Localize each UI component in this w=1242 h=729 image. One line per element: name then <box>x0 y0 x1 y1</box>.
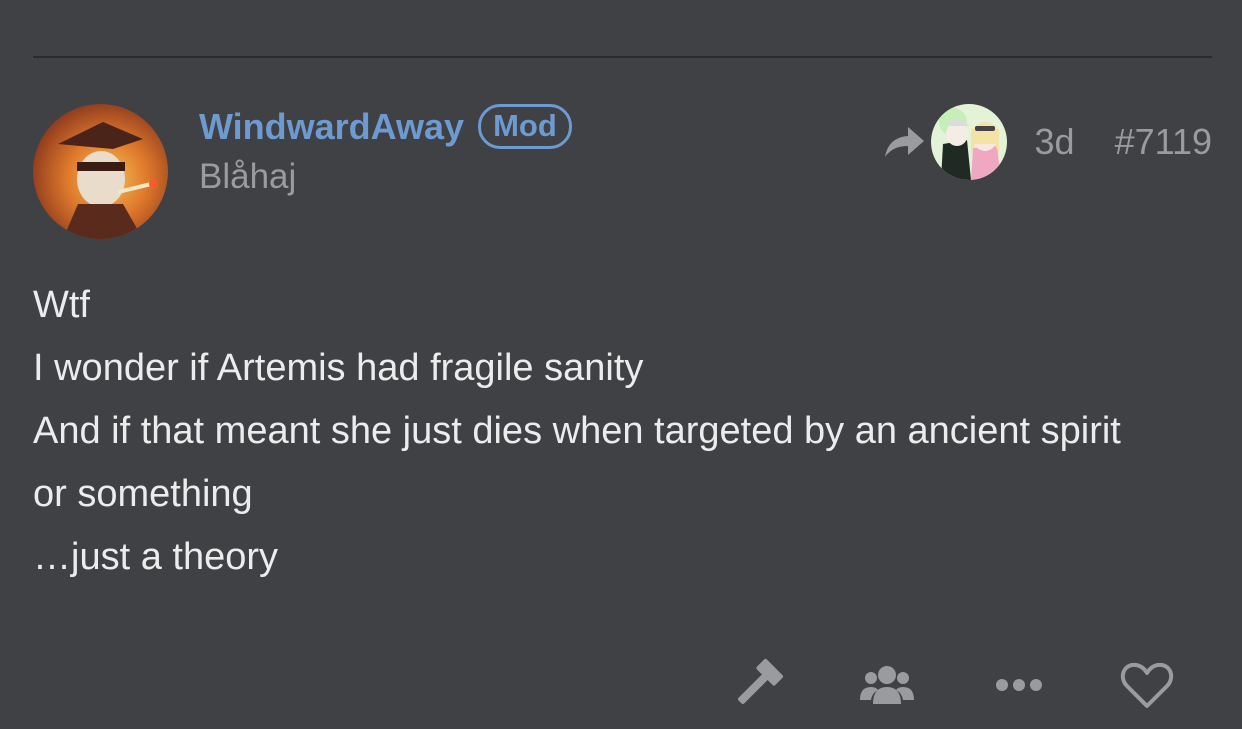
post-time[interactable]: 3d <box>1035 121 1075 163</box>
more-icon <box>996 679 1042 691</box>
post-meta: 3d #7119 <box>881 103 1212 181</box>
gavel-icon <box>738 658 784 704</box>
like-button[interactable] <box>1117 655 1177 715</box>
moderate-button[interactable] <box>727 655 787 715</box>
mod-badge: Mod <box>478 104 572 149</box>
post-line: I wonder if Artemis had fragile sanity <box>33 347 644 389</box>
author-subtitle: Blåhaj <box>199 157 297 196</box>
post-container: WindwardAway Mod Blåhaj 3d #7119 Wtf I w… <box>0 0 1242 729</box>
author-row: WindwardAway Mod <box>199 104 572 149</box>
reply-arrow-icon[interactable] <box>881 119 927 165</box>
post-line: Wtf <box>33 284 90 326</box>
post-line: …just a theory <box>33 536 278 578</box>
post-number[interactable]: #7119 <box>1115 121 1212 163</box>
users-icon <box>860 666 914 704</box>
group-button[interactable] <box>857 655 917 715</box>
author-avatar[interactable] <box>33 104 168 239</box>
author-name[interactable]: WindwardAway <box>199 106 464 148</box>
post-actions <box>0 655 1242 715</box>
reply-to-avatar[interactable] <box>930 104 1007 180</box>
post-body: Wtf I wonder if Artemis had fragile sani… <box>33 274 1153 589</box>
post-line: And if that meant she just dies when tar… <box>33 410 1121 515</box>
divider <box>33 56 1212 58</box>
more-button[interactable] <box>989 655 1049 715</box>
heart-icon <box>1120 662 1174 708</box>
